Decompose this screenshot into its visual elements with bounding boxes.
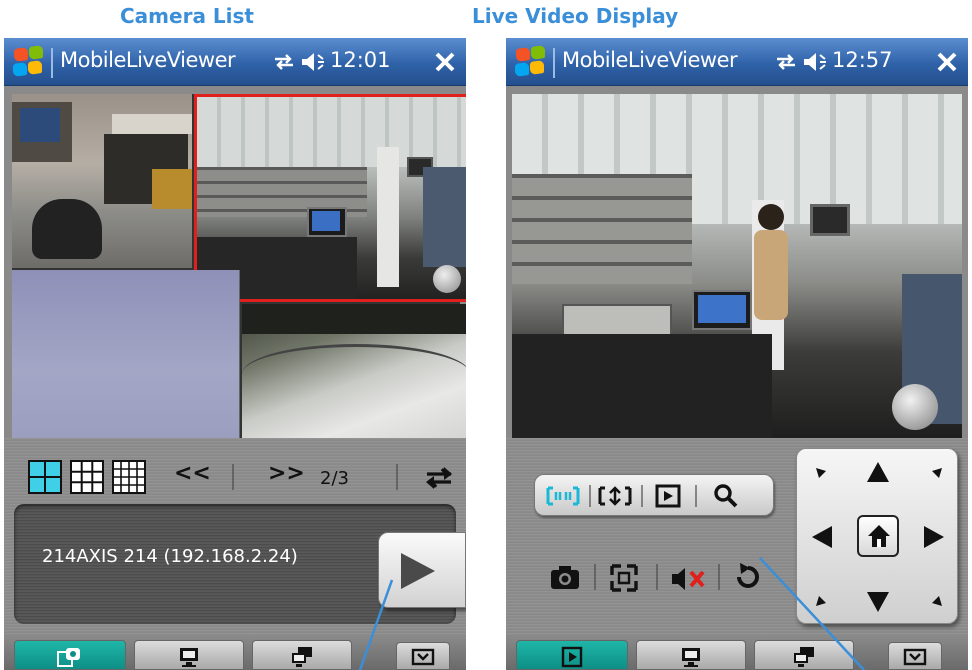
zoom-search-icon[interactable] bbox=[713, 483, 739, 509]
ptz-home-button[interactable] bbox=[857, 515, 899, 557]
camera-list-screen: MobileLiveViewer 12:01 << >> 2/3 214AXIS… bbox=[4, 38, 466, 670]
close-icon[interactable] bbox=[934, 49, 960, 75]
close-icon[interactable] bbox=[432, 49, 458, 75]
title-bar: MobileLiveViewer 12:57 bbox=[506, 38, 968, 86]
action-separator bbox=[656, 564, 658, 590]
toolbar-separator bbox=[589, 485, 591, 507]
zoom-fit-icon[interactable] bbox=[597, 485, 633, 507]
pan-right-icon[interactable] bbox=[923, 525, 945, 549]
live-view-icon bbox=[561, 646, 583, 668]
pan-up-icon[interactable] bbox=[866, 461, 890, 483]
camera-list-icon bbox=[57, 648, 80, 667]
cycle-separator bbox=[396, 464, 398, 490]
pan-down-right-icon[interactable] bbox=[931, 595, 943, 607]
tab-live-view[interactable] bbox=[516, 640, 628, 670]
mute-icon[interactable] bbox=[670, 566, 706, 592]
control-panel bbox=[506, 438, 968, 636]
fullscreen-icon[interactable] bbox=[610, 564, 638, 592]
monitor-icon bbox=[682, 648, 700, 667]
pan-left-icon[interactable] bbox=[811, 525, 833, 549]
camera-icon[interactable] bbox=[550, 564, 580, 590]
toolbar-separator bbox=[641, 485, 643, 507]
callout-line-refresh bbox=[759, 557, 865, 670]
speaker-icon[interactable] bbox=[300, 50, 326, 74]
app-title: MobileLiveViewer bbox=[60, 48, 236, 72]
layout-3x3-icon[interactable] bbox=[70, 460, 104, 494]
video-mode-toolbar bbox=[534, 474, 774, 516]
monitor-icon bbox=[180, 648, 198, 667]
tab-single-view[interactable] bbox=[636, 640, 746, 670]
windows-start-icon[interactable] bbox=[12, 45, 44, 78]
clock: 12:57 bbox=[832, 48, 893, 72]
layout-2x2-icon[interactable] bbox=[28, 460, 62, 494]
prev-page-button[interactable]: << bbox=[174, 461, 211, 486]
layout-4x4-icon[interactable] bbox=[112, 460, 146, 494]
action-separator bbox=[718, 564, 720, 590]
home-icon bbox=[868, 525, 890, 547]
speaker-icon[interactable] bbox=[802, 50, 828, 74]
connectivity-icon[interactable] bbox=[272, 52, 296, 72]
minimize-button[interactable] bbox=[396, 642, 450, 670]
minimize-button[interactable] bbox=[888, 642, 942, 670]
live-video-feed[interactable] bbox=[512, 94, 962, 438]
camera-tile-4[interactable] bbox=[242, 304, 466, 438]
camera-grid bbox=[12, 94, 466, 438]
callout-line-play bbox=[358, 579, 394, 670]
caption-live-video-display: Live Video Display bbox=[472, 4, 679, 28]
cycle-icon[interactable] bbox=[424, 464, 454, 492]
action-separator bbox=[594, 564, 596, 590]
multi-monitor-icon bbox=[292, 647, 312, 667]
title-separator bbox=[553, 48, 555, 78]
title-separator bbox=[51, 48, 53, 78]
selected-camera-label: 214AXIS 214 (192.168.2.24) bbox=[42, 546, 298, 567]
page-indicator: 2/3 bbox=[320, 468, 349, 489]
title-bar: MobileLiveViewer 12:01 bbox=[4, 38, 466, 86]
tab-camera-list[interactable] bbox=[14, 640, 126, 670]
paging-separator bbox=[232, 464, 234, 490]
next-page-button[interactable]: >> bbox=[268, 461, 305, 486]
live-video-screen: MobileLiveViewer 12:57 bbox=[506, 38, 968, 670]
app-title: MobileLiveViewer bbox=[562, 48, 738, 72]
windows-start-icon[interactable] bbox=[514, 45, 546, 78]
camera-tile-3-empty[interactable] bbox=[12, 270, 240, 438]
toolbar-separator bbox=[695, 485, 697, 507]
caption-camera-list: Camera List bbox=[120, 4, 254, 28]
playback-icon[interactable] bbox=[655, 484, 681, 508]
minimize-icon bbox=[411, 648, 435, 666]
bottom-tab-bar bbox=[506, 636, 968, 670]
minimize-icon bbox=[903, 648, 927, 666]
pan-up-left-icon[interactable] bbox=[815, 467, 827, 479]
connectivity-icon[interactable] bbox=[774, 52, 798, 72]
camera-tile-1[interactable] bbox=[12, 94, 192, 268]
pan-up-right-icon[interactable] bbox=[931, 467, 943, 479]
zoom-wide-icon[interactable] bbox=[545, 485, 581, 507]
tab-single-view[interactable] bbox=[134, 640, 244, 670]
clock: 12:01 bbox=[330, 48, 391, 72]
